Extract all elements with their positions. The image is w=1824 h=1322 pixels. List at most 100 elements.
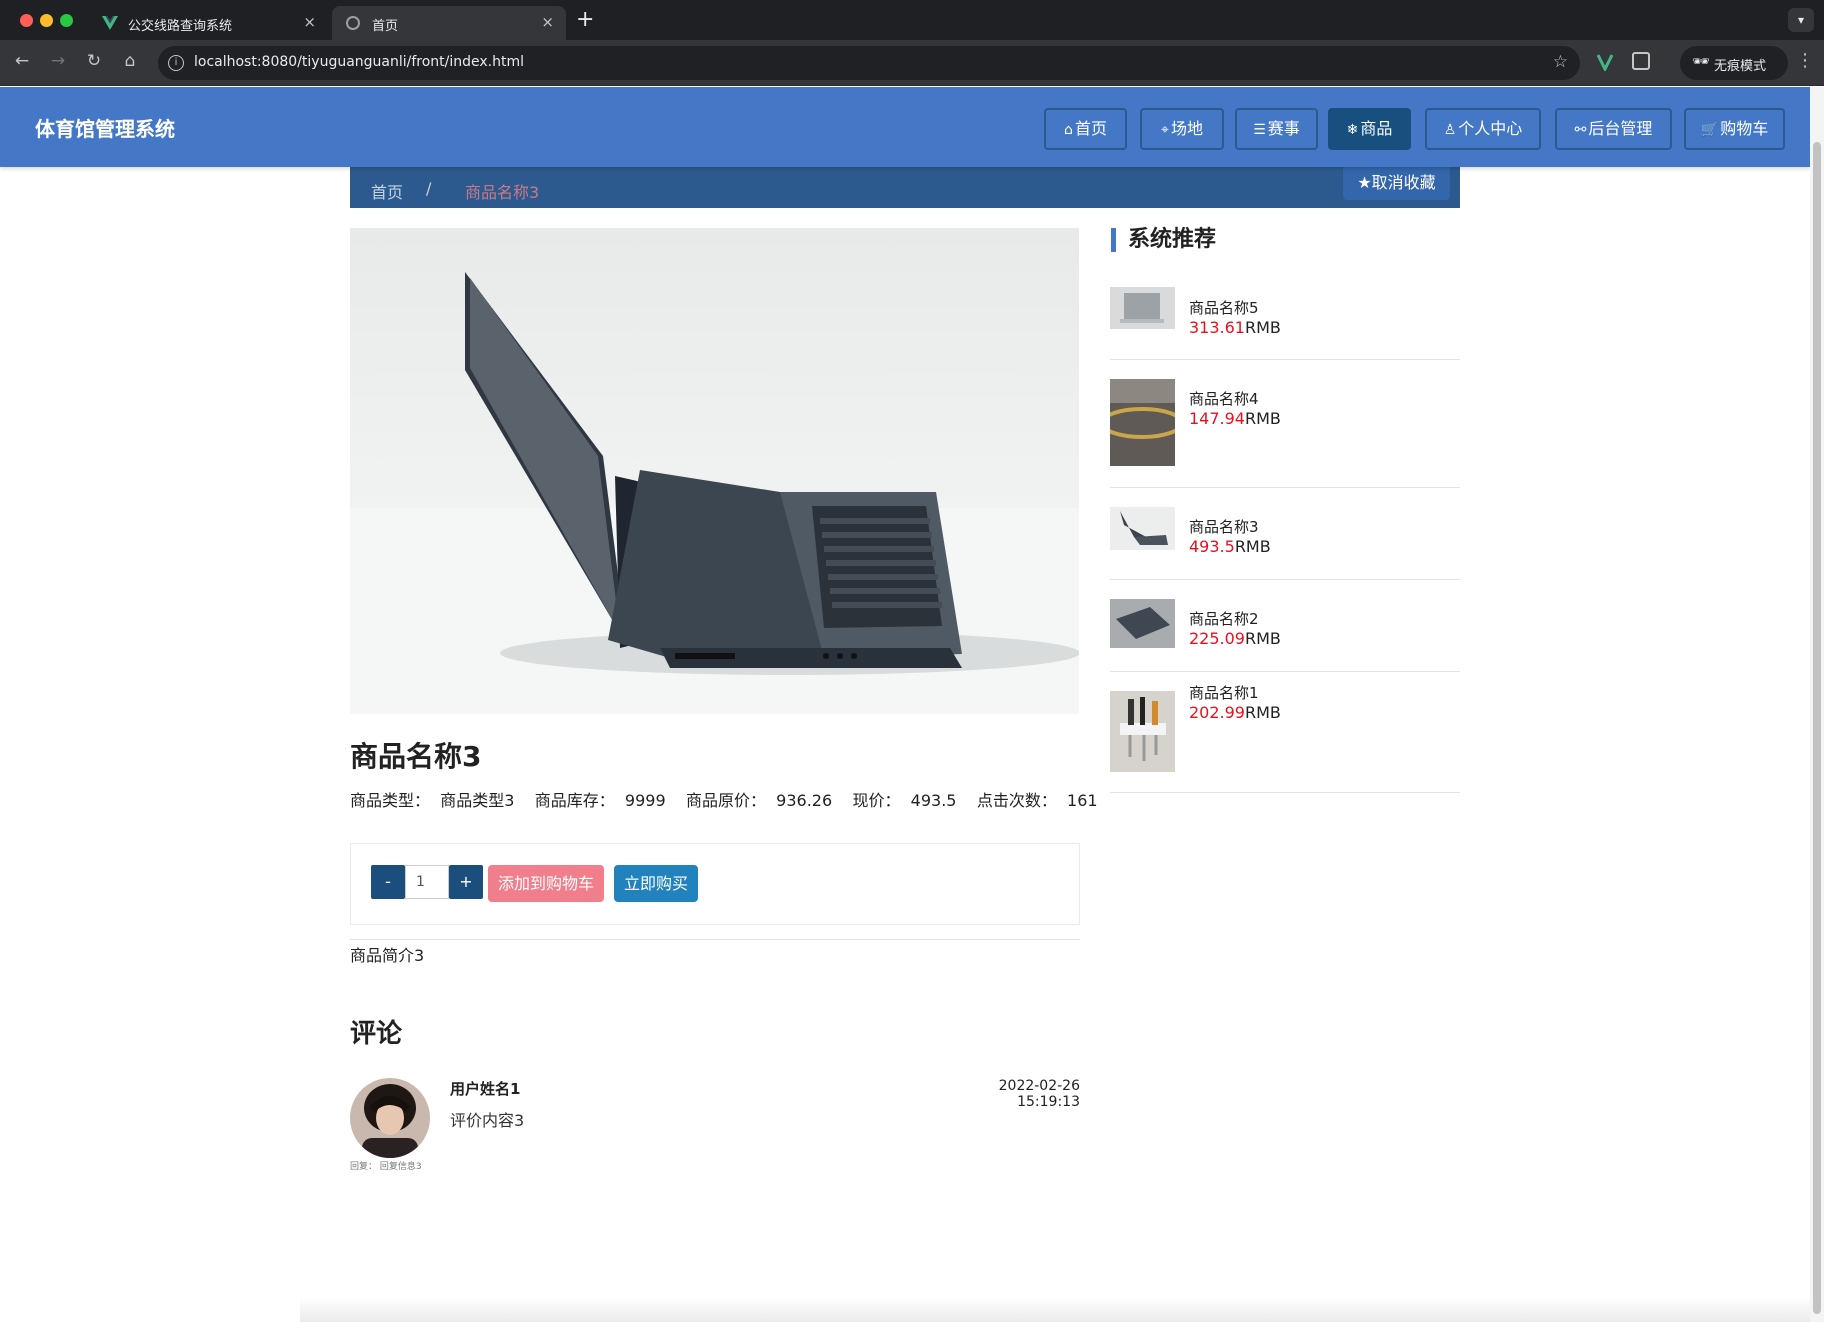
product-image [350,228,1079,714]
bookmark-star-icon[interactable]: ☆ [1553,52,1568,72]
recommend-name[interactable]: 商品名称4 [1189,388,1259,409]
site-info-icon[interactable]: i [168,55,184,71]
home-icon: ⌂ [1064,122,1073,138]
close-tab-icon[interactable]: × [541,13,554,31]
click-count-value: 161 [1067,791,1098,810]
recommend-name[interactable]: 商品名称1 [1189,682,1259,703]
purchase-panel: - 1 + 添加到购物车 立即购买 [350,843,1080,925]
sliders-icon: ☰ [1253,122,1266,138]
nav-goods[interactable]: ❄ 商品 [1328,108,1411,150]
price-number: 313.61 [1189,318,1245,337]
recommend-item[interactable]: 商品名称5 313.61RMB [1110,287,1460,360]
url-text[interactable]: localhost:8080/tiyuguanguanli/front/inde… [194,54,524,70]
nav-label: 个人中心 [1458,119,1523,138]
tab-title: 公交线路查询系统 [128,19,233,34]
recommend-name[interactable]: 商品名称3 [1189,516,1259,537]
price-unit: RMB [1244,318,1281,337]
add-to-cart-button[interactable]: 添加到购物车 [488,865,604,902]
globe-icon [346,16,360,30]
comment-timestamp: 2022-02-26 15:19:13 [998,1078,1080,1110]
tab-search-button[interactable]: ▾ [1788,8,1814,32]
price-unit: RMB [1244,409,1281,428]
close-window-button[interactable] [20,14,33,27]
reload-icon[interactable]: ↻ [82,51,106,71]
nav-label: 首页 [1074,119,1107,138]
address-bar[interactable]: i localhost:8080/tiyuguanguanli/front/in… [158,46,1580,80]
scrollbar-thumb[interactable] [1813,142,1821,1314]
price-number: 493.5 [1189,537,1235,556]
tab-title: 首页 [372,19,399,34]
nav-label: 商品 [1360,119,1393,138]
recommend-item[interactable]: 商品名称3 493.5RMB [1110,488,1460,580]
current-price-label: 现价： [852,791,901,810]
price-unit: RMB [1244,629,1281,648]
recommend-thumbnail[interactable] [1110,599,1175,648]
close-tab-icon[interactable]: × [303,13,316,31]
site-title[interactable]: 体育馆管理系统 [35,113,175,142]
page-scrollbar[interactable] [1810,87,1824,1322]
back-arrow-icon[interactable]: ← [10,51,34,71]
recommend-item[interactable]: 商品名称4 147.94RMB [1110,360,1460,488]
vue-devtools-icon[interactable] [1596,53,1614,71]
quantity-decrement-button[interactable]: - [371,865,405,899]
chevron-down-icon: ▾ [1797,13,1805,27]
recommend-thumbnail[interactable] [1110,507,1175,550]
nav-label: 赛事 [1267,119,1300,138]
recommend-heading: 系统推荐 [1111,228,1216,252]
type-label: 商品类型： [350,791,431,810]
price-unit: RMB [1234,537,1271,556]
quantity-input[interactable]: 1 [405,865,449,899]
browser-menu-icon[interactable]: ⋮ [1796,50,1814,71]
maximize-window-button[interactable] [60,14,73,27]
cart-icon: 🛒 [1700,122,1719,138]
price-number: 225.09 [1189,629,1245,648]
quantity-increment-button[interactable]: + [449,865,483,899]
comment-username: 用户姓名1 [450,1080,521,1098]
type-value: 商品类型3 [440,791,515,810]
recommend-item[interactable]: 商品名称2 225.09RMB [1110,580,1460,672]
breadcrumb-home[interactable]: 首页 [371,179,403,203]
nav-profile[interactable]: ♙ 个人中心 [1425,108,1541,150]
recommend-price: 313.61RMB [1189,318,1281,337]
browser-tab-bar: 公交线路查询系统 × 首页 × + ▾ [0,0,1824,40]
nav-label: 后台管理 [1588,119,1653,138]
recommend-name[interactable]: 商品名称5 [1189,297,1259,318]
stock-label: 商品库存： [534,791,615,810]
minimize-window-button[interactable] [40,14,53,27]
stock-value: 9999 [624,791,666,810]
uncollect-button[interactable]: ★取消收藏 [1343,165,1450,200]
current-price-value: 493.5 [910,791,957,810]
product-meta: 商品类型： 商品类型3 商品库存： 9999 商品原价： 936.26 现价： … [350,787,1098,811]
nav-venue[interactable]: ⌖ 场地 [1140,108,1224,150]
new-tab-button[interactable]: + [576,7,594,32]
price-unit: RMB [1244,703,1281,722]
extensions-puzzle-icon[interactable] [1632,52,1650,70]
recommend-thumbnail[interactable] [1110,379,1175,466]
description-divider [350,939,1080,940]
browser-tab-bus[interactable]: 公交线路查询系统 × [88,6,328,40]
recommend-item[interactable]: 商品名称1 202.99RMB [1110,672,1460,793]
breadcrumb-separator: / [426,179,432,198]
uncollect-label: 取消收藏 [1371,173,1436,192]
recommend-thumbnail[interactable] [1110,287,1175,329]
comments-heading: 评论 [350,1019,403,1049]
nav-cart[interactable]: 🛒 购物车 [1684,108,1785,150]
breadcrumb: 首页 / 商品名称3 [350,167,1460,208]
home-icon[interactable]: ⌂ [118,51,142,71]
recommend-price: 147.94RMB [1189,409,1281,428]
snowflake-icon: ❄ [1346,122,1359,138]
buy-now-button[interactable]: 立即购买 [614,865,698,902]
browser-tab-home[interactable]: 首页 × [332,6,566,40]
nav-home[interactable]: ⌂ 首页 [1044,108,1127,150]
product-description: 商品简介3 [350,946,425,965]
incognito-badge[interactable]: 🕶 无痕模式 [1680,46,1788,80]
comment-reply: 回复： 回复信息3 [350,1162,422,1172]
tag-icon: ⌖ [1161,122,1169,138]
nav-events[interactable]: ☰ 赛事 [1235,108,1318,150]
forward-arrow-icon[interactable]: → [46,51,70,71]
price-number: 202.99 [1189,703,1245,722]
incognito-icon: 🕶 [1692,54,1710,70]
recommend-thumbnail[interactable] [1110,691,1175,772]
recommend-name[interactable]: 商品名称2 [1189,608,1259,629]
nav-admin[interactable]: ⚯ 后台管理 [1555,108,1672,150]
